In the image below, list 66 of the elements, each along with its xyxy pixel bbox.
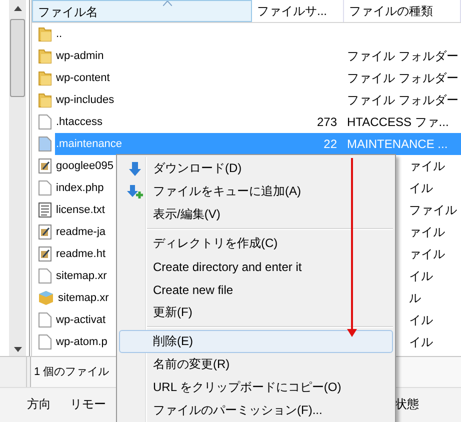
down-arrow-plus-icon	[127, 184, 143, 200]
file-name[interactable]: googlee095	[55, 157, 115, 175]
file-name[interactable]: wp-atom.p	[55, 333, 108, 351]
menu-item[interactable]: 表示/編集(V)	[119, 203, 393, 226]
file-type: イル	[409, 181, 433, 195]
file-name[interactable]: index.php	[55, 179, 105, 197]
file-type: ファイル	[409, 203, 457, 217]
file-icon	[38, 312, 52, 328]
package-icon	[38, 290, 54, 306]
script-file-icon	[38, 158, 52, 174]
menu-item[interactable]: ディレクトリを作成(C)	[119, 232, 393, 255]
file-size: 273	[316, 115, 337, 129]
file-type: ァイル	[409, 225, 445, 239]
menu-item[interactable]: ファイルをキューに追加(A)	[119, 180, 393, 203]
file-name[interactable]: wp-admin	[55, 47, 105, 65]
menu-item[interactable]: ダウンロード(D)	[119, 157, 393, 180]
column-header[interactable]: ファイル名	[32, 0, 252, 22]
script-file-icon	[38, 224, 52, 240]
file-type: ァイル	[409, 159, 445, 173]
file-type: ファイル フォルダー	[347, 93, 458, 107]
file-type: MAINTENANCE ...	[347, 137, 448, 151]
menu-item[interactable]: 削除(E)	[119, 330, 393, 353]
folder-icon	[38, 26, 52, 42]
file-name[interactable]: readme-ja	[55, 223, 107, 241]
file-type: HTACCESS ファ...	[347, 115, 449, 129]
file-size: 22	[324, 137, 337, 151]
file-icon	[38, 136, 52, 152]
file-name[interactable]: wp-includes	[55, 91, 116, 109]
file-name[interactable]: sitemap.xr	[55, 267, 108, 285]
file-name[interactable]: license.txt	[55, 201, 106, 219]
scroll-down-icon[interactable]	[14, 347, 22, 352]
menu-item[interactable]: Create new file	[119, 278, 393, 301]
folder-icon	[38, 92, 52, 108]
scroll-up-icon[interactable]	[14, 6, 22, 11]
file-name[interactable]: wp-content	[55, 69, 111, 87]
folder-icon	[38, 48, 52, 64]
file-icon	[38, 268, 52, 284]
menu-item[interactable]: 更新(F)	[119, 301, 393, 324]
file-icon	[38, 114, 52, 130]
menu-item[interactable]: Create directory and enter it	[119, 255, 393, 278]
file-name[interactable]: readme.ht	[55, 245, 107, 263]
file-type: ファイル フォルダー	[347, 49, 458, 63]
file-icon	[38, 180, 52, 196]
column-header[interactable]: ファイルサ...	[252, 0, 344, 22]
file-type: ル	[409, 291, 421, 305]
text-file-icon	[38, 202, 52, 218]
column-header[interactable]: 方向	[27, 396, 51, 412]
file-type: ファイル フォルダー	[347, 71, 458, 85]
file-icon	[38, 334, 52, 350]
scrollbar[interactable]	[9, 0, 26, 356]
column-header[interactable]: ファイルの種類	[344, 0, 461, 22]
file-type: イル	[409, 313, 433, 327]
file-name[interactable]: .htaccess	[55, 113, 104, 131]
folder-icon	[38, 70, 52, 86]
sort-caret-icon	[163, 1, 172, 6]
menu-item[interactable]: ファイルのパーミッション(F)...	[119, 399, 393, 422]
file-type: イル	[409, 269, 433, 283]
scroll-thumb[interactable]	[10, 19, 25, 97]
down-arrow-icon	[128, 160, 142, 176]
file-type: イル	[409, 335, 433, 349]
file-name[interactable]: wp-activat	[55, 311, 107, 329]
file-name[interactable]: ..	[55, 25, 64, 43]
file-type: ァイル	[409, 247, 445, 261]
column-header[interactable]: リモー	[70, 396, 106, 412]
script-file-icon	[38, 246, 52, 262]
file-name[interactable]: sitemap.xr	[57, 289, 110, 307]
